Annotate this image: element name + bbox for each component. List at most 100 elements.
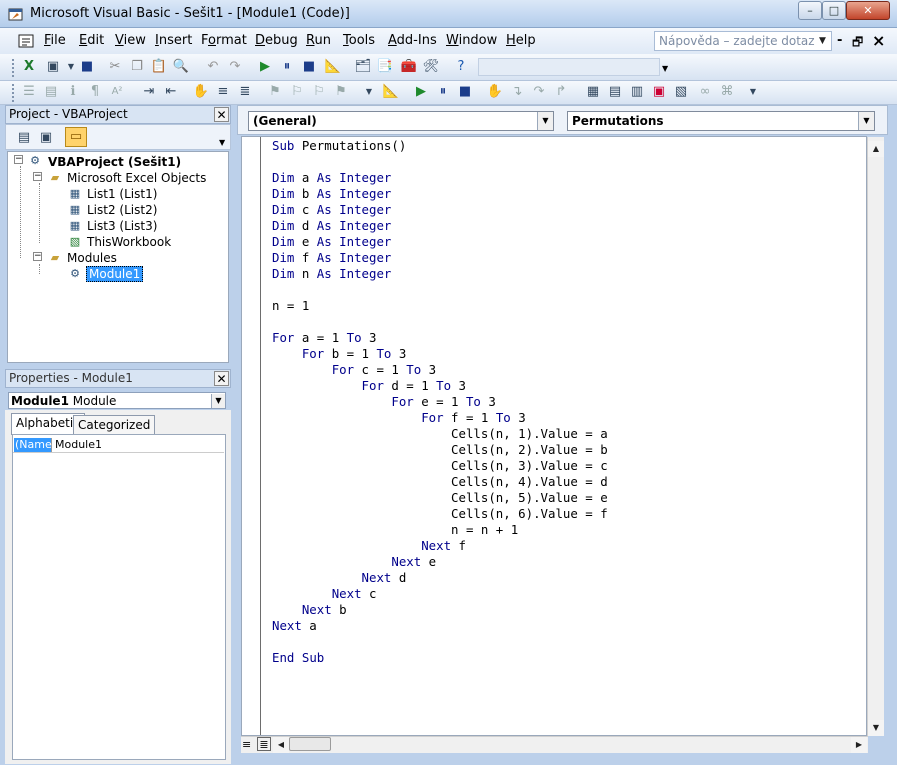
property-value[interactable]: Module1 bbox=[55, 438, 102, 451]
code-line[interactable] bbox=[272, 634, 608, 650]
break-icon[interactable]: ⏸ bbox=[278, 58, 296, 76]
code-line[interactable]: Cells(n, 4).Value = d bbox=[272, 474, 608, 490]
code-line[interactable]: Cells(n, 6).Value = f bbox=[272, 506, 608, 522]
list-constants-icon[interactable]: ▤ bbox=[42, 83, 60, 101]
tree-item-list1[interactable]: List1 (List1) bbox=[87, 187, 157, 201]
view-code-icon[interactable]: ▤ bbox=[15, 129, 33, 147]
run-icon-2[interactable]: ▶ bbox=[412, 83, 430, 101]
code-line[interactable]: Cells(n, 1).Value = a bbox=[272, 426, 608, 442]
redo-icon[interactable]: ↷ bbox=[226, 58, 244, 76]
outdent-icon[interactable]: ⇤ bbox=[162, 83, 180, 101]
clear-bookmarks-icon[interactable]: ⚑ bbox=[332, 83, 350, 101]
find-icon[interactable]: 🔍 bbox=[172, 58, 190, 76]
code-line[interactable]: Next f bbox=[272, 538, 608, 554]
doc-close-button[interactable]: × bbox=[872, 31, 885, 50]
menu-insert[interactable]: Insert bbox=[155, 33, 192, 48]
code-line[interactable]: For b = 1 To 3 bbox=[272, 346, 608, 362]
vertical-scrollbar[interactable] bbox=[867, 137, 884, 736]
toggle-breakpoint-icon[interactable]: ✋ bbox=[192, 83, 210, 101]
toolbar-grip-2[interactable] bbox=[12, 84, 15, 102]
cut-icon[interactable]: ✂ bbox=[106, 58, 124, 76]
collapse-icon[interactable]: − bbox=[33, 252, 42, 261]
undo-icon[interactable]: ↶ bbox=[204, 58, 222, 76]
code-line[interactable]: End Sub bbox=[272, 650, 608, 666]
watch-window-icon[interactable]: ▥ bbox=[628, 83, 646, 101]
list-properties-icon[interactable]: ☰ bbox=[20, 83, 38, 101]
project-explorer-icon[interactable]: 🗂 bbox=[354, 58, 372, 76]
toggle-bookmark-icon[interactable]: ⚑ bbox=[266, 83, 284, 101]
design-mode-icon[interactable]: 📐 bbox=[324, 58, 342, 76]
watch-glasses-icon[interactable]: ∞ bbox=[696, 83, 714, 101]
toggle-folders-icon[interactable]: ▭ bbox=[65, 127, 87, 147]
copy-icon[interactable]: ❐ bbox=[128, 58, 146, 76]
properties-window-icon[interactable]: 📑 bbox=[376, 58, 394, 76]
code-line[interactable]: Next c bbox=[272, 586, 608, 602]
code-line[interactable]: Next e bbox=[272, 554, 608, 570]
maximize-button[interactable]: □ bbox=[822, 1, 846, 20]
scroll-up-icon[interactable]: ▲ bbox=[868, 141, 884, 157]
toolbar-options-icon[interactable]: ▼ bbox=[662, 64, 668, 73]
horizontal-scrollbar[interactable] bbox=[241, 736, 868, 753]
tree-item-list3[interactable]: List3 (List3) bbox=[87, 219, 157, 233]
view-object-icon[interactable]: ▣ bbox=[37, 129, 55, 147]
code-line[interactable]: For c = 1 To 3 bbox=[272, 362, 608, 378]
collapse-icon[interactable]: − bbox=[14, 155, 23, 164]
reset-icon-2[interactable]: ■ bbox=[456, 83, 474, 101]
toolbar-options-icon-3[interactable]: ▼ bbox=[744, 83, 762, 101]
code-line[interactable]: For a = 1 To 3 bbox=[272, 330, 608, 346]
tree-item-list2[interactable]: List2 (List2) bbox=[87, 203, 157, 217]
parameter-info-icon[interactable]: ¶ bbox=[86, 83, 104, 101]
step-over-icon[interactable]: ↷ bbox=[530, 83, 548, 101]
code-line[interactable]: For e = 1 To 3 bbox=[272, 394, 608, 410]
menu-view[interactable]: View bbox=[115, 33, 146, 48]
code-line[interactable]: Dim n As Integer bbox=[272, 266, 608, 282]
complete-word-icon[interactable]: A² bbox=[108, 83, 126, 101]
code-line[interactable]: Cells(n, 5).Value = e bbox=[272, 490, 608, 506]
properties-close-icon[interactable]: ✕ bbox=[214, 371, 229, 386]
code-line[interactable]: Dim d As Integer bbox=[272, 218, 608, 234]
save-icon[interactable]: ■ bbox=[78, 58, 96, 76]
procedure-view-icon[interactable]: ≡ bbox=[242, 738, 251, 751]
code-line[interactable] bbox=[272, 314, 608, 330]
horizontal-scroll-thumb[interactable] bbox=[289, 737, 331, 751]
breakpoint-hand-icon[interactable]: ✋ bbox=[486, 83, 504, 101]
code-line[interactable]: Next a bbox=[272, 618, 608, 634]
module-menu-icon[interactable] bbox=[18, 33, 34, 49]
menu-run[interactable]: Run bbox=[306, 33, 331, 48]
step-into-icon[interactable]: ↴ bbox=[508, 83, 526, 101]
immediate-window-icon[interactable]: ▤ bbox=[606, 83, 624, 101]
help-dropdown-icon[interactable]: ▼ bbox=[819, 36, 826, 46]
step-out-icon[interactable]: ↱ bbox=[552, 83, 570, 101]
toolbar-grip[interactable] bbox=[12, 59, 15, 77]
code-line[interactable]: Next d bbox=[272, 570, 608, 586]
tree-debug-icon[interactable]: ⌘ bbox=[718, 83, 736, 101]
full-module-view-icon[interactable]: ≣ bbox=[257, 737, 271, 751]
code-line[interactable] bbox=[272, 154, 608, 170]
doc-minimize-button[interactable]: - bbox=[837, 33, 842, 48]
project-toolbar-options-icon[interactable]: ▼ bbox=[219, 138, 225, 147]
code-line[interactable]: Cells(n, 2).Value = b bbox=[272, 442, 608, 458]
collapse-icon[interactable]: − bbox=[33, 172, 42, 181]
tree-item-modules[interactable]: Modules bbox=[67, 251, 117, 265]
object-combo[interactable]: (General) ▼ bbox=[248, 111, 554, 131]
close-button[interactable]: ✕ bbox=[846, 1, 890, 20]
menu-debug[interactable]: Debug bbox=[255, 33, 298, 48]
code-line[interactable]: Dim c As Integer bbox=[272, 202, 608, 218]
doc-restore-button[interactable]: 🗗 bbox=[852, 33, 863, 54]
paste-icon[interactable]: 📋 bbox=[150, 58, 168, 76]
quick-info-icon[interactable]: ℹ bbox=[64, 83, 82, 101]
tree-item-vbaproject[interactable]: VBAProject (Sešit1) bbox=[48, 155, 181, 169]
tab-categorized[interactable]: Categorized bbox=[73, 415, 156, 435]
properties-dropdown-icon[interactable]: ▼ bbox=[211, 394, 225, 408]
object-browser-icon[interactable]: 🧰 bbox=[400, 58, 418, 76]
menu-edit[interactable]: Edit bbox=[79, 33, 104, 48]
view-excel-icon[interactable]: X bbox=[20, 58, 38, 76]
help-icon[interactable]: ? bbox=[452, 58, 470, 76]
code-line[interactable]: Dim e As Integer bbox=[272, 234, 608, 250]
indent-icon[interactable]: ⇥ bbox=[140, 83, 158, 101]
tree-item-thisworkbook[interactable]: ThisWorkbook bbox=[87, 235, 171, 249]
project-explorer-close-icon[interactable]: ✕ bbox=[214, 107, 229, 122]
help-search-input[interactable]: Nápověda – zadejte dotaz bbox=[654, 31, 832, 51]
run-icon[interactable]: ▶ bbox=[256, 58, 274, 76]
code-margin-indicator-bar[interactable] bbox=[242, 137, 261, 735]
